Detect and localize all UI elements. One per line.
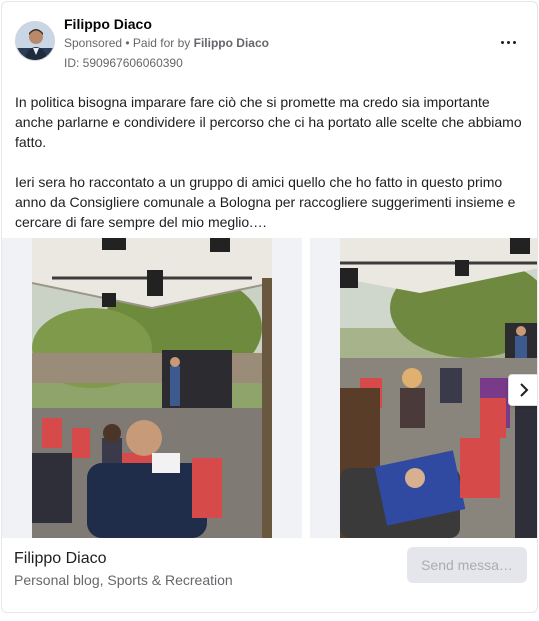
sponsored-label[interactable]: Sponsored [64,36,122,50]
carousel-slide-2[interactable] [310,238,537,538]
carousel-next-button[interactable] [508,374,537,406]
ad-id: ID: 590967606060390 [64,56,183,70]
avatar-image [16,22,54,60]
image-carousel[interactable] [2,238,537,538]
page-name[interactable]: Filippo Diaco [64,16,152,32]
separator-dot: • [122,36,133,50]
footer-page-name[interactable]: Filippo Diaco [14,550,106,568]
more-options-button[interactable] [494,30,522,54]
post-paragraph: In politica bisogna imparare fare ciò ch… [15,94,522,150]
ad-card: Filippo Diaco Sponsored • Paid for by Fi… [1,1,538,613]
more-horizontal-icon [499,40,517,44]
footer-category: Personal blog, Sports & Recreation [14,572,233,588]
paid-for-prefix: Paid for by [132,36,194,50]
send-message-button[interactable]: Send messa… [407,547,527,583]
post-text: In politica bisogna imparare fare ciò ch… [15,92,530,232]
page-avatar[interactable] [15,21,55,61]
carousel-slide-1[interactable] [2,238,302,538]
chevron-right-icon [520,383,529,397]
post-paragraph: Ieri sera ho raccontato a un gruppo di a… [15,174,516,230]
paid-for-name[interactable]: Filippo Diaco [194,36,269,50]
event-photo-1 [32,238,272,538]
sponsored-line: Sponsored • Paid for by Filippo Diaco [64,36,269,50]
